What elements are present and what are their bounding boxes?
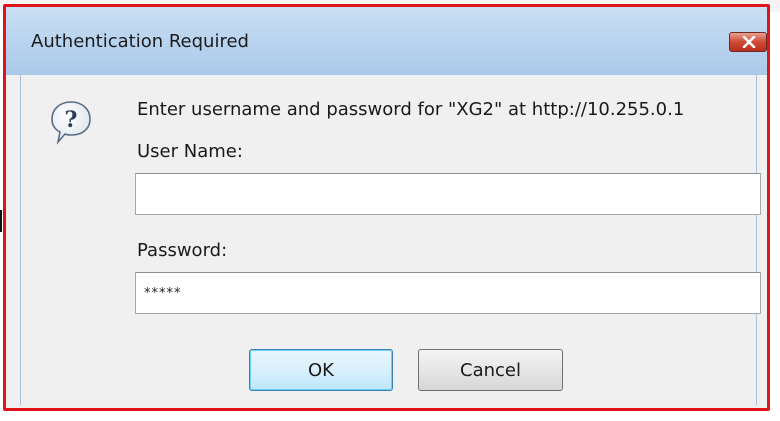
close-x-icon (742, 36, 756, 48)
dialog-titlebar[interactable]: Authentication Required (6, 7, 767, 75)
question-speech-bubble-icon: ? (51, 101, 91, 145)
cancel-button[interactable]: Cancel (418, 349, 563, 391)
password-label: Password: (137, 240, 228, 261)
ok-button[interactable]: OK (249, 349, 393, 391)
dialog-title: Authentication Required (31, 31, 249, 52)
svg-text:?: ? (65, 107, 78, 133)
username-label: User Name: (137, 141, 243, 162)
username-input[interactable] (135, 173, 761, 215)
background-mark (0, 210, 2, 232)
password-input[interactable] (135, 272, 761, 314)
close-button[interactable] (729, 32, 767, 52)
dialog-body: ? Enter username and password for "XG2" … (20, 75, 761, 405)
ok-button-label: OK (308, 359, 334, 381)
auth-prompt-text: Enter username and password for "XG2" at… (137, 99, 685, 120)
authentication-dialog: Authentication Required ? Enter username… (3, 4, 770, 411)
cancel-button-label: Cancel (460, 359, 521, 381)
